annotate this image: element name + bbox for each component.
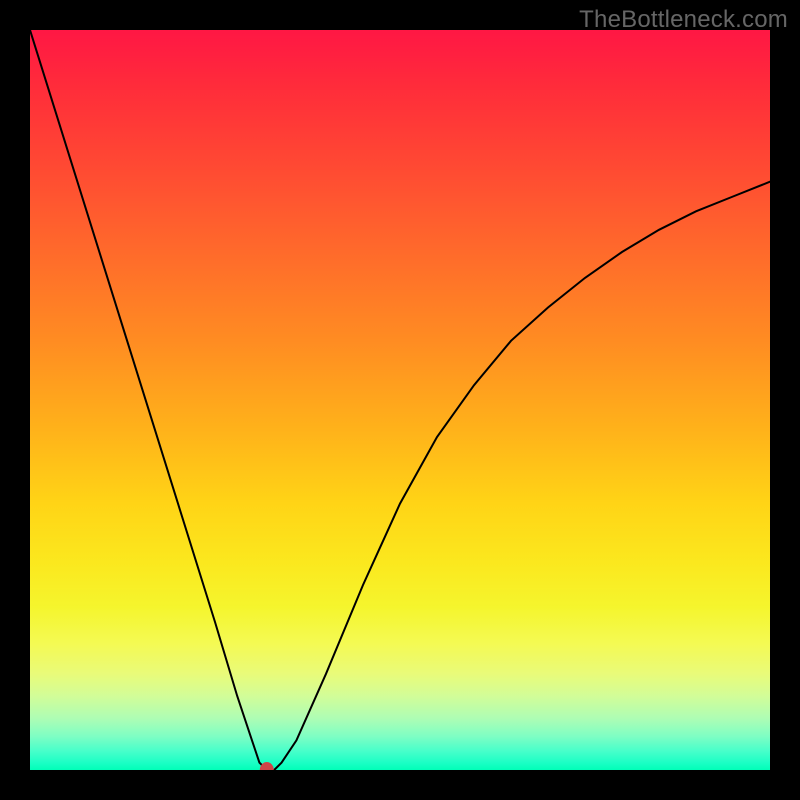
- chart-container: TheBottleneck.com: [0, 0, 800, 800]
- curve-svg: [30, 30, 770, 770]
- optimum-marker: [260, 762, 274, 770]
- plot-area: [30, 30, 770, 770]
- bottleneck-curve: [30, 30, 770, 770]
